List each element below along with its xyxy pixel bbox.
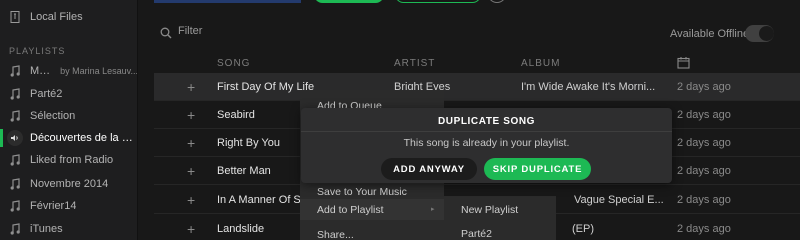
- music-note-icon: [0, 200, 30, 212]
- sidebar-item-label: Novembre 2014: [30, 178, 109, 190]
- available-offline-label: Available Offline: [670, 28, 750, 40]
- music-note-icon: [0, 65, 30, 77]
- file-icon: [0, 11, 30, 23]
- dialog-title: DUPLICATE SONG: [437, 116, 536, 127]
- sidebar-item-label: Février14: [30, 200, 77, 212]
- sidebar-item-local-files[interactable]: Local Files: [0, 4, 137, 30]
- music-note-icon: [0, 178, 30, 190]
- column-header-song[interactable]: SONG: [217, 58, 250, 69]
- music-note-icon: [0, 154, 30, 166]
- sidebar-playlist[interactable]: iTunes: [0, 216, 137, 240]
- submenu-arrow-icon: ▸: [431, 206, 435, 213]
- music-note-icon: [0, 88, 30, 100]
- speaker-icon: [0, 130, 30, 146]
- sidebar-item-label: Local Files: [30, 11, 83, 23]
- sidebar-item-label: Liked from Radio: [30, 154, 114, 166]
- search-icon: [160, 27, 172, 42]
- dialog-message: This song is already in your playlist.: [403, 137, 570, 149]
- add-icon[interactable]: +: [187, 193, 195, 207]
- menu-item-share[interactable]: Share...: [317, 229, 354, 240]
- music-note-icon: [0, 110, 30, 122]
- column-header-artist[interactable]: ARTIST: [394, 58, 435, 69]
- menu-item-save-to-your-music[interactable]: Save to Your Music: [317, 186, 407, 198]
- song-added: 2 days ago: [677, 109, 731, 121]
- add-icon[interactable]: +: [187, 136, 195, 150]
- sidebar-item-label: Découvertes de la se...: [30, 132, 138, 144]
- playlist-submenu: New Playlist Parté2: [444, 196, 556, 240]
- filter-input[interactable]: [178, 25, 378, 37]
- add-icon[interactable]: +: [187, 164, 195, 178]
- song-added: 2 days ago: [677, 81, 731, 93]
- filter-bar: Available Offline: [138, 22, 800, 46]
- dialog-divider: [301, 131, 672, 132]
- column-header-album[interactable]: ALBUM: [521, 58, 560, 69]
- song-added: 2 days ago: [677, 137, 731, 149]
- add-icon[interactable]: +: [187, 80, 195, 94]
- more-options-button[interactable]: [488, 0, 506, 3]
- sidebar-playlist[interactable]: Liked from Radio: [0, 147, 137, 173]
- table-row[interactable]: + First Day Of My Life Bright Eyes I'm W…: [154, 73, 800, 101]
- sidebar-item-label: iTunes: [30, 223, 63, 235]
- available-offline-toggle[interactable]: [745, 25, 774, 42]
- submenu-item-playlist[interactable]: Parté2: [461, 228, 492, 240]
- song-added: 2 days ago: [677, 165, 731, 177]
- add-icon[interactable]: +: [187, 108, 195, 122]
- menu-item-add-to-playlist[interactable]: Add to Playlist: [317, 204, 384, 216]
- playlists-heading: PLAYLISTS: [9, 46, 66, 56]
- song-album[interactable]: I'm Wide Awake It's Morni...: [521, 81, 671, 93]
- sidebar-item-label: Sélection: [30, 110, 76, 122]
- music-note-icon: [0, 223, 30, 235]
- follow-button[interactable]: [395, 0, 481, 3]
- header-banner-edge: [154, 0, 301, 3]
- add-anyway-button[interactable]: ADD ANYWAY: [381, 158, 477, 180]
- sidebar-item-label: Mood: [30, 65, 57, 77]
- play-button[interactable]: [314, 0, 384, 3]
- duplicate-song-dialog: DUPLICATE SONG This song is already in y…: [301, 108, 672, 183]
- submenu-item-new-playlist[interactable]: New Playlist: [461, 204, 518, 216]
- song-added: 2 days ago: [677, 194, 731, 206]
- add-icon[interactable]: +: [187, 222, 195, 236]
- song-album[interactable]: (EP): [572, 223, 632, 235]
- sidebar-item-owner: by Marina Lesauv...: [60, 66, 138, 76]
- calendar-icon[interactable]: [677, 56, 690, 72]
- sidebar: Local Files PLAYLISTS Mood by Marina Les…: [0, 0, 138, 240]
- song-added: 2 days ago: [677, 223, 731, 235]
- toggle-knob: [759, 26, 774, 41]
- song-album[interactable]: Vague Special E...: [574, 194, 684, 206]
- sidebar-item-label: Parté2: [30, 88, 63, 100]
- skip-duplicate-button[interactable]: SKIP DUPLICATE: [484, 158, 591, 180]
